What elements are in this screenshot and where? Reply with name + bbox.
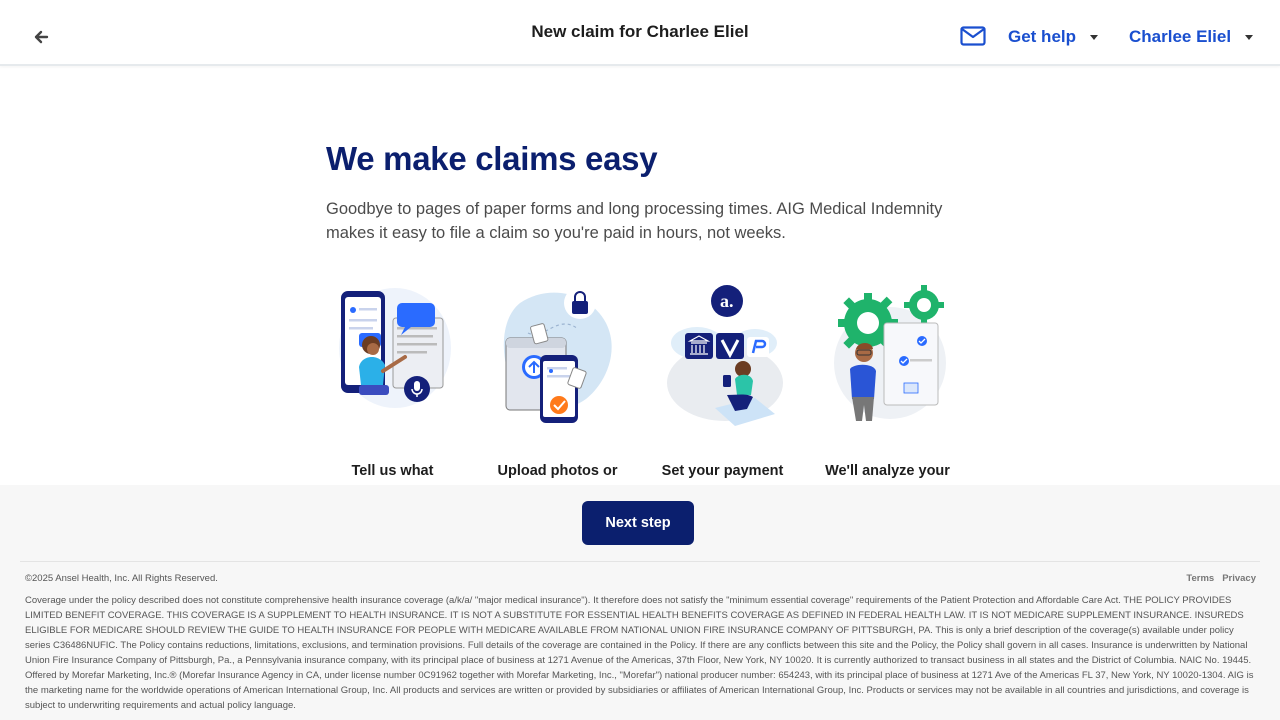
chevron-down-icon bbox=[1090, 34, 1099, 40]
legal-disclaimer: Coverage under the policy described does… bbox=[25, 595, 1254, 711]
step-tell-us: Tell us what bbox=[315, 283, 470, 479]
user-menu[interactable]: Charlee Eliel bbox=[1129, 27, 1254, 47]
step-payment: a. Set your payment bbox=[645, 283, 800, 479]
payment-methods-illustration: a. bbox=[666, 285, 783, 426]
footer: Next step ©2025 Ansel Health, Inc. All R… bbox=[0, 485, 1280, 720]
step-label: Upload photos or bbox=[497, 463, 618, 479]
copyright-text: ©2025 Ansel Health, Inc. All Rights Rese… bbox=[25, 573, 218, 584]
arrow-left-icon bbox=[34, 30, 49, 44]
top-header: New claim for Charlee Eliel Get help Cha… bbox=[0, 0, 1280, 66]
get-help-menu[interactable]: Get help bbox=[1008, 27, 1099, 47]
user-name-label: Charlee Eliel bbox=[1129, 27, 1232, 46]
get-help-label: Get help bbox=[1008, 27, 1077, 46]
upload-documents-illustration bbox=[503, 287, 612, 423]
hero-title: We make claims easy bbox=[326, 140, 658, 177]
step-label: We'll analyze your bbox=[825, 463, 950, 479]
contact-button[interactable] bbox=[960, 26, 988, 48]
privacy-link[interactable]: Privacy bbox=[1222, 573, 1256, 584]
step-analyze: We'll analyze your bbox=[810, 283, 965, 479]
step-label: Tell us what bbox=[351, 463, 434, 479]
svg-text:a.: a. bbox=[720, 291, 734, 311]
footer-divider bbox=[20, 561, 1260, 562]
step-upload: Upload photos or bbox=[480, 283, 635, 479]
chevron-down-icon bbox=[1245, 34, 1254, 40]
next-step-button[interactable]: Next step bbox=[582, 501, 694, 545]
review-gears-illustration bbox=[833, 285, 946, 421]
envelope-icon bbox=[960, 26, 986, 46]
main-content: We make claims easy Goodbye to pages of … bbox=[0, 66, 1280, 485]
step-label: Set your payment bbox=[661, 463, 784, 479]
footer-links: Terms Privacy bbox=[1186, 573, 1256, 584]
person-talking-to-phone-illustration bbox=[338, 288, 451, 408]
hero-description: Goodbye to pages of paper forms and long… bbox=[326, 200, 943, 242]
back-button[interactable] bbox=[26, 22, 56, 52]
terms-link[interactable]: Terms bbox=[1186, 573, 1214, 584]
